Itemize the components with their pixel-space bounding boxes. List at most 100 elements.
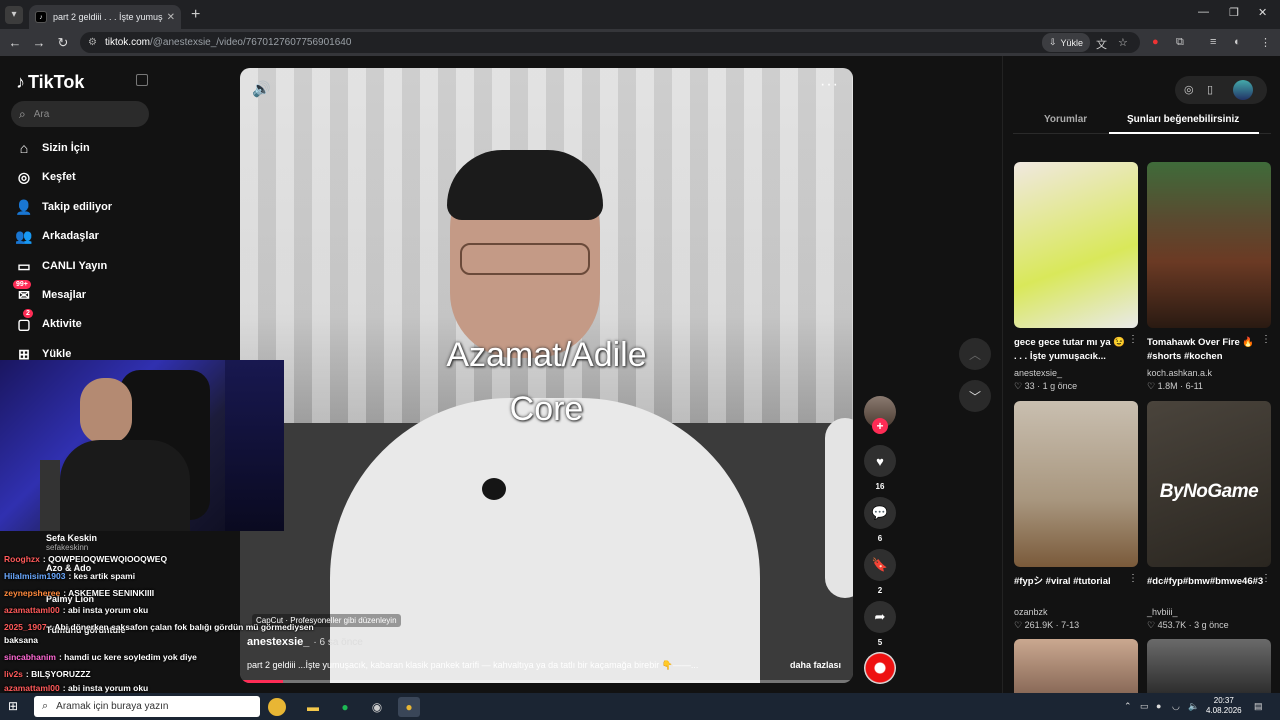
tab-close-icon[interactable]: ✕ bbox=[167, 12, 175, 23]
follow-card-name: Sefa Keskin bbox=[46, 533, 98, 543]
notifications-icon[interactable]: ▤ bbox=[1254, 701, 1263, 712]
translate-icon[interactable]: 文 bbox=[1096, 36, 1107, 52]
rec-card[interactable]: ByNoGame #dc#fyp#bmw#bmwe46#330i ⋮ _hvbi… bbox=[1147, 401, 1271, 631]
sidebar-item-friends[interactable]: 👥 Arkadaşlar bbox=[15, 225, 99, 247]
search-input[interactable] bbox=[33, 108, 134, 120]
new-tab-button[interactable]: + bbox=[191, 6, 200, 24]
chat-message: : Abi dönerken saksafon çalan fok balığı… bbox=[49, 622, 314, 632]
address-bar[interactable]: ⚙ tiktok.com/@anestexsie_/video/76701276… bbox=[80, 32, 1140, 53]
video-player[interactable]: Azamat/Adile Core 🔊 ··· CapCut · Profesy… bbox=[240, 68, 853, 683]
rec-thumbnail[interactable] bbox=[1147, 639, 1271, 693]
rec-author[interactable]: koch.ashkan.a.k bbox=[1147, 368, 1271, 378]
tiktok-logo[interactable]: ♪ TikTok bbox=[16, 72, 84, 93]
chat-line: azamattaml00: abi insta yorum oku bbox=[4, 605, 148, 615]
right-panel: ◎ ▯ Yorumlar Şunları beğenebilirsiniz ge… bbox=[1002, 56, 1280, 693]
rec-more-icon[interactable]: ⋮ bbox=[1128, 334, 1138, 345]
rec-card[interactable]: gece gece tutar mı ya 😉 . . . İşte yumuş… bbox=[1014, 162, 1138, 392]
music-disc-icon[interactable] bbox=[864, 652, 896, 684]
video-progress-bar[interactable] bbox=[240, 680, 853, 683]
rec-stats: ♡ 1.8M · 6-11 bbox=[1147, 381, 1203, 391]
tray-chevron-icon[interactable]: ⌃ bbox=[1124, 701, 1132, 712]
rec-likes: 261.9K bbox=[1024, 620, 1054, 630]
bookmark-star-icon[interactable]: ☆ bbox=[1118, 36, 1128, 49]
forward-icon[interactable]: → bbox=[27, 35, 51, 50]
sidebar-item-messages[interactable]: ✉ 99+ Mesajlar bbox=[13, 280, 86, 306]
chat-message: : QOWPEIOQWEWQIOOQWEQ bbox=[42, 554, 168, 564]
comment-icon: 💬 bbox=[871, 505, 889, 520]
chrome-active-app-icon[interactable]: ● bbox=[398, 697, 420, 717]
chat-line: 2025_1907: Abi dönerken saksafon çalan f… bbox=[4, 622, 314, 632]
close-window-icon[interactable]: ✕ bbox=[1258, 6, 1267, 19]
tray-wifi-icon[interactable]: ◡ bbox=[1172, 701, 1180, 712]
sidebar-item-label: Keşfet bbox=[42, 171, 76, 183]
minimize-icon[interactable]: — bbox=[1198, 6, 1209, 18]
sidebar-item-activity[interactable]: ▢ 2 Aktivite bbox=[15, 309, 82, 335]
volume-icon[interactable]: 🔊 bbox=[252, 80, 271, 98]
obs-icon[interactable]: ◉ bbox=[366, 697, 388, 717]
rec-thumbnail[interactable] bbox=[1014, 639, 1138, 693]
save-button[interactable]: 🔖 bbox=[864, 549, 896, 581]
next-video-button[interactable]: ﹀ bbox=[959, 380, 991, 412]
profile-icon[interactable]: ◐ bbox=[1234, 36, 1241, 48]
rec-title: #dc#fyp#bmw#bmwe46#330i bbox=[1147, 576, 1263, 587]
media-control-icon[interactable]: ≡ bbox=[1210, 36, 1216, 48]
explore-compass-icon[interactable]: ◎ bbox=[1184, 83, 1194, 96]
tab-comments[interactable]: Yorumlar bbox=[1044, 114, 1087, 125]
rec-more-icon[interactable]: ⋮ bbox=[1128, 573, 1138, 584]
share-button[interactable]: ➦ bbox=[864, 601, 896, 633]
tray-mic-icon[interactable]: ● bbox=[1156, 701, 1161, 711]
back-icon[interactable]: ← bbox=[3, 35, 27, 50]
rec-thumb-text: ByNoGame bbox=[1159, 481, 1259, 502]
previous-video-button[interactable]: ︿ bbox=[959, 338, 991, 370]
install-icon: ⇩ bbox=[1049, 37, 1057, 47]
tab-search-button[interactable]: ▾ bbox=[5, 5, 23, 24]
browser-tab[interactable]: ♪ part 2 geldiii . . . İşte yumuşacık ✕ bbox=[29, 5, 181, 29]
follow-plus-button[interactable]: + bbox=[872, 418, 888, 434]
more-options-icon[interactable]: ··· bbox=[820, 76, 839, 94]
user-avatar[interactable] bbox=[1233, 80, 1253, 100]
rec-thumbnail[interactable]: ByNoGame bbox=[1147, 401, 1271, 567]
rec-thumbnail[interactable] bbox=[1014, 401, 1138, 567]
site-info-icon[interactable]: ⚙ bbox=[88, 37, 97, 48]
spotify-icon[interactable]: ● bbox=[334, 697, 356, 717]
chrome-app-icon[interactable] bbox=[268, 698, 286, 716]
maximize-icon[interactable]: ❐ bbox=[1229, 6, 1239, 19]
rec-card[interactable]: Tomahawk Over Fire 🔥 #shorts #kochen ⋮ k… bbox=[1147, 162, 1271, 392]
browser-menu-icon[interactable]: ⋮ bbox=[1260, 36, 1271, 49]
sidebar-item-for-you[interactable]: ⌂ Sizin İçin bbox=[15, 137, 90, 159]
collapse-sidebar-icon[interactable] bbox=[136, 74, 148, 86]
rec-card[interactable]: #fypシ #viral #tutorial ⋮ ozanbzk ♡ 261.9… bbox=[1014, 401, 1138, 631]
taskbar-search[interactable]: ⌕ Aramak için buraya yazın bbox=[34, 696, 260, 717]
install-app-chip[interactable]: ⇩ Yükle bbox=[1042, 33, 1091, 52]
rec-thumbnail[interactable] bbox=[1014, 162, 1138, 328]
rec-more-icon[interactable]: ⋮ bbox=[1261, 334, 1271, 345]
like-button[interactable]: ♥ bbox=[864, 445, 896, 477]
rec-author[interactable]: _hvbiii_ bbox=[1147, 607, 1271, 617]
rec-more-icon[interactable]: ⋮ bbox=[1261, 573, 1271, 584]
sidebar-item-following[interactable]: 👤 Takip ediliyor bbox=[15, 196, 112, 218]
comment-button[interactable]: 💬 bbox=[864, 497, 896, 529]
active-tab-indicator bbox=[1109, 132, 1259, 134]
rec-title: gece gece tutar mı ya 😉 . . . İşte yumuş… bbox=[1014, 337, 1126, 362]
browser-toolbar: ← → ↻ ⚙ tiktok.com/@anestexsie_/video/76… bbox=[0, 29, 1280, 56]
reload-icon[interactable]: ↻ bbox=[51, 35, 75, 51]
rec-title: Tomahawk Over Fire 🔥 #shorts #kochen bbox=[1147, 337, 1255, 362]
extension-icon[interactable]: ● bbox=[1152, 36, 1159, 48]
rec-thumbnail[interactable] bbox=[1147, 162, 1271, 328]
tray-volume-icon[interactable]: 🔈 bbox=[1188, 701, 1199, 712]
extensions-puzzle-icon[interactable]: ⧉ bbox=[1176, 36, 1184, 49]
sidebar-item-explore[interactable]: ◎ Keşfet bbox=[15, 166, 76, 188]
chat-user: azamattaml00 bbox=[4, 605, 60, 615]
search-box[interactable]: ⌕ bbox=[11, 101, 149, 127]
file-explorer-icon[interactable]: ▬ bbox=[302, 697, 324, 717]
friends-icon: 👥 bbox=[15, 227, 33, 244]
rec-author[interactable]: anestexsie_ bbox=[1014, 368, 1138, 378]
tab-recommendations[interactable]: Şunları beğenebilirsiniz bbox=[1127, 114, 1239, 125]
tray-network-icon[interactable]: ▭ bbox=[1140, 701, 1149, 712]
rec-author[interactable]: ozanbzk bbox=[1014, 607, 1138, 617]
start-windows-icon[interactable]: ⊞ bbox=[8, 699, 18, 713]
device-icon[interactable]: ▯ bbox=[1207, 83, 1213, 96]
taskbar-clock[interactable]: 20:37 4.08.2026 bbox=[1206, 696, 1242, 716]
more-link[interactable]: daha fazlası bbox=[790, 660, 841, 670]
sidebar-item-live[interactable]: ▭ CANLI Yayın bbox=[15, 255, 107, 277]
